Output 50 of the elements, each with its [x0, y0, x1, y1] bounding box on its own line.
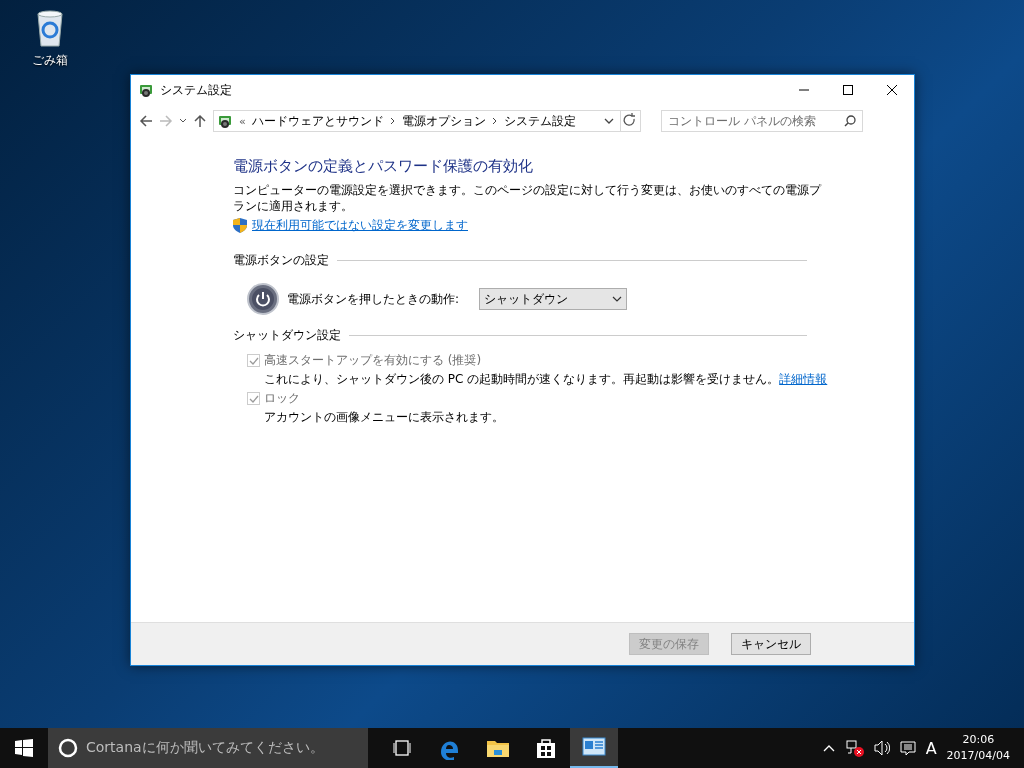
option-description: アカウントの画像メニューに表示されます。 [264, 410, 504, 424]
address-bar[interactable]: « ハードウェアとサウンド 電源オプション システム設定 [213, 110, 641, 132]
section-title: 電源ボタンの設定 [233, 252, 329, 269]
cortana-circle-icon [58, 738, 78, 758]
power-button-action-label: 電源ボタンを押したときの動作: [287, 290, 460, 308]
dropdown-chevron-icon [612, 296, 623, 302]
clock[interactable]: 20:06 2017/04/04 [946, 732, 1010, 764]
dialog-button[interactable]: キャンセル [731, 633, 811, 655]
power-icon [247, 283, 279, 315]
taskbar-app-button[interactable] [570, 728, 618, 768]
power-action-dropdown[interactable]: シャットダウン [479, 288, 628, 310]
checkbox-label: 高速スタートアップを有効にする (推奨) [264, 352, 482, 369]
breadcrumb-item[interactable]: 電源オプション [401, 112, 486, 130]
speaker-icon[interactable] [873, 739, 890, 757]
back-arrow-icon[interactable] [139, 114, 153, 128]
shopping-bag-icon[interactable] [534, 736, 558, 760]
breadcrumb-overflow[interactable]: « [239, 114, 246, 128]
shield-icon [233, 218, 247, 233]
option-description: これにより、シャットダウン後の PC の起動時間が速くなります。再起動は影響を受けません。 [264, 372, 780, 386]
description-text: コンピューターの電源設定を選択できます。このページの設定に対して行う変更は、お使いのすべての電源プランに適用されます。 [233, 182, 823, 214]
up-arrow-icon[interactable] [193, 114, 207, 128]
control-panel-icon [217, 113, 233, 129]
checkmark-icon [248, 393, 259, 404]
network-error-icon[interactable] [845, 739, 864, 757]
dropdown-chevron-icon[interactable] [604, 118, 614, 124]
chevron-icon [491, 117, 498, 125]
clock-date: 2017/04/04 [946, 748, 1010, 764]
notification-icon[interactable] [899, 740, 916, 756]
breadcrumb-item[interactable]: ハードウェアとサウンド [251, 112, 384, 130]
control-panel-icon[interactable] [582, 735, 606, 759]
recycle-bin-label: ごみ箱 [32, 52, 68, 69]
breadcrumb-item[interactable]: システム設定 [503, 112, 576, 130]
checkmark-icon [248, 355, 259, 366]
section-title: シャットダウン設定 [233, 327, 341, 344]
admin-settings-link[interactable]: 現在利用可能ではない設定を変更します [252, 217, 468, 234]
task-view-icon[interactable] [393, 739, 411, 757]
page-heading: 電源ボタンの定義とパスワード保護の有効化 [233, 157, 534, 176]
search-field[interactable]: コントロール パネルの検索 [661, 110, 863, 132]
input-mode-indicator[interactable]: A [925, 738, 937, 758]
windows-start-icon[interactable] [15, 739, 33, 757]
maximize-icon[interactable] [843, 85, 853, 95]
checkbox-label: ロック [264, 390, 300, 407]
window-title: システム設定 [160, 81, 233, 99]
cortana-search-field[interactable]: Cortanaに何か聞いてみてください。 [48, 728, 368, 768]
clock-time: 20:06 [962, 732, 995, 748]
search-icon [844, 115, 856, 127]
recent-pages-chevron-icon[interactable] [179, 118, 187, 124]
close-icon[interactable] [887, 85, 897, 95]
chevron-icon [389, 117, 396, 125]
control-panel-icon [138, 82, 154, 98]
